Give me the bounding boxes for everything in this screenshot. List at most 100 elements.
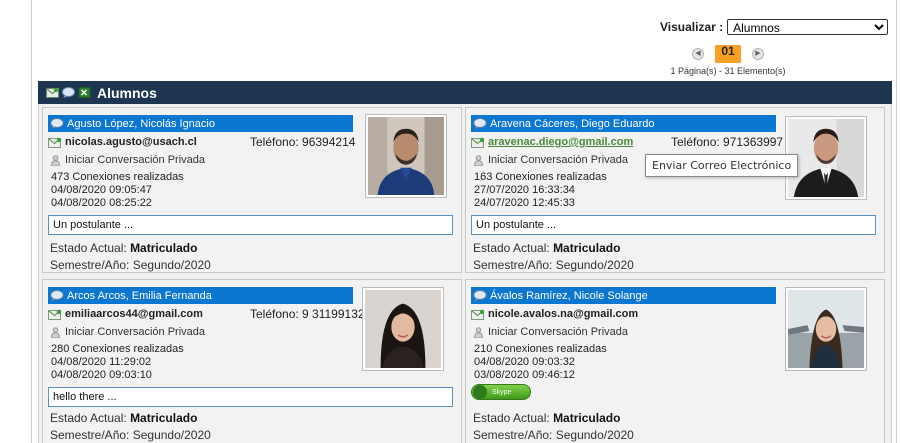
student-email[interactable]: nicole.avalos.na@gmail.com bbox=[488, 308, 638, 320]
chat-icon bbox=[473, 118, 487, 129]
student-photo-image bbox=[368, 117, 444, 195]
student-photo-image bbox=[788, 119, 864, 197]
semester-value: Segundo/2020 bbox=[132, 258, 211, 272]
student-status: Estado Actual: Matriculado bbox=[50, 411, 197, 425]
pagination: ◀ 01 ▶ 1 Página(s) - 31 Elemento(s) bbox=[666, 44, 790, 76]
prev-page-icon[interactable]: ◀ bbox=[692, 48, 704, 60]
student-name[interactable]: Arcos Arcos, Emilia Fernanda bbox=[67, 290, 212, 302]
student-name-bar[interactable]: Arcos Arcos, Emilia Fernanda bbox=[48, 287, 353, 304]
previous-connection-date: 03/08/2020 09:46:12 bbox=[474, 369, 575, 381]
status-value: Matriculado bbox=[553, 411, 621, 425]
student-email[interactable]: emiliaarcos44@gmail.com bbox=[65, 308, 203, 320]
student-message[interactable]: hello there ... bbox=[48, 387, 453, 407]
pagination-info: 1 Página(s) - 31 Elemento(s) bbox=[670, 66, 786, 76]
current-page-number[interactable]: 01 bbox=[715, 44, 741, 63]
person-icon bbox=[474, 326, 483, 338]
private-chat-label[interactable]: Iniciar Conversación Privada bbox=[65, 326, 205, 338]
status-label: Estado Actual: bbox=[50, 411, 127, 425]
student-stats: 210 Conexiones realizadas 04/08/2020 09:… bbox=[474, 343, 607, 382]
student-name[interactable]: Aravena Cáceres, Diego Eduardo bbox=[490, 118, 654, 130]
student-semester: Semestre/Año: Segundo/2020 bbox=[50, 428, 211, 442]
student-email[interactable]: nicolas.agusto@usach.cl bbox=[65, 136, 197, 148]
student-message[interactable]: Un postulante ... bbox=[48, 215, 453, 235]
section-title: Alumnos bbox=[97, 84, 157, 101]
student-photo-image bbox=[365, 290, 441, 368]
student-photo bbox=[365, 114, 447, 198]
student-photo bbox=[362, 287, 444, 371]
private-chat-label[interactable]: Iniciar Conversación Privada bbox=[488, 154, 628, 166]
previous-connection-date: 24/07/2020 12:45:33 bbox=[474, 197, 575, 209]
view-selector-label: Visualizar : bbox=[660, 20, 724, 34]
chat-all-icon[interactable] bbox=[62, 87, 75, 98]
student-card: Agusto López, Nicolás Ignacio nicolas.ag… bbox=[42, 107, 462, 273]
skype-button[interactable]: Skype bbox=[471, 384, 531, 400]
student-semester: Semestre/Año: Segundo/2020 bbox=[50, 258, 211, 272]
status-label: Estado Actual: bbox=[50, 241, 127, 255]
student-name-bar[interactable]: Ávalos Ramírez, Nicole Solange bbox=[471, 287, 776, 304]
chat-icon bbox=[50, 290, 64, 301]
semester-label: Semestre/Año: bbox=[473, 428, 553, 442]
student-name-bar[interactable]: Aravena Cáceres, Diego Eduardo bbox=[471, 115, 776, 132]
status-label: Estado Actual: bbox=[473, 411, 550, 425]
email-row: nicole.avalos.na@gmail.com bbox=[471, 308, 638, 320]
student-phone: Teléfono: 971363997 bbox=[671, 135, 784, 149]
semester-value: Segundo/2020 bbox=[132, 428, 211, 442]
private-chat-link[interactable]: Iniciar Conversación Privada bbox=[51, 154, 205, 166]
email-tooltip: Enviar Correo Electrónico bbox=[645, 154, 799, 177]
mail-all-icon[interactable] bbox=[46, 87, 59, 98]
chat-icon bbox=[473, 290, 487, 301]
excel-export-icon[interactable] bbox=[78, 87, 91, 98]
student-message[interactable]: Un postulante ... bbox=[471, 215, 876, 235]
student-name[interactable]: Ávalos Ramírez, Nicole Solange bbox=[490, 290, 648, 302]
status-label: Estado Actual: bbox=[473, 241, 550, 255]
semester-label: Semestre/Año: bbox=[50, 428, 130, 442]
student-semester: Semestre/Año: Segundo/2020 bbox=[473, 428, 634, 442]
private-chat-link[interactable]: Iniciar Conversación Privada bbox=[474, 154, 628, 166]
semester-label: Semestre/Año: bbox=[50, 258, 130, 272]
person-icon bbox=[474, 154, 483, 166]
previous-connection-date: 04/08/2020 08:25:22 bbox=[51, 197, 152, 209]
last-connection-date: 04/08/2020 09:05:47 bbox=[51, 184, 152, 196]
email-icon[interactable] bbox=[471, 309, 485, 320]
view-select-dropdown[interactable]: Alumnos bbox=[727, 19, 889, 35]
student-name[interactable]: Agusto López, Nicolás Ignacio bbox=[67, 118, 215, 130]
student-status: Estado Actual: Matriculado bbox=[473, 241, 620, 255]
student-email[interactable]: aravenac.diego@gmail.com bbox=[488, 136, 633, 148]
email-icon[interactable] bbox=[48, 137, 62, 148]
email-row: emiliaarcos44@gmail.com bbox=[48, 308, 203, 320]
semester-value: Segundo/2020 bbox=[555, 428, 634, 442]
student-card: Aravena Cáceres, Diego Eduardo aravenac.… bbox=[465, 107, 885, 273]
last-connection-date: 04/08/2020 09:03:32 bbox=[474, 356, 575, 368]
student-photo bbox=[785, 287, 867, 371]
student-status: Estado Actual: Matriculado bbox=[50, 241, 197, 255]
skype-label: Skype bbox=[492, 388, 512, 396]
content-frame-right-border bbox=[896, 0, 897, 443]
private-chat-label[interactable]: Iniciar Conversación Privada bbox=[488, 326, 628, 338]
student-name-bar[interactable]: Agusto López, Nicolás Ignacio bbox=[48, 115, 353, 132]
connections-count: 280 Conexiones realizadas bbox=[51, 343, 184, 355]
last-connection-date: 04/08/2020 11:29:02 bbox=[51, 356, 152, 368]
section-header: Alumnos bbox=[38, 81, 892, 104]
email-icon[interactable] bbox=[48, 309, 62, 320]
previous-connection-date: 04/08/2020 09:03:10 bbox=[51, 369, 152, 381]
content-frame-left-border bbox=[31, 0, 32, 443]
student-status: Estado Actual: Matriculado bbox=[473, 411, 620, 425]
next-page-icon[interactable]: ▶ bbox=[752, 48, 764, 60]
student-phone: Teléfono: 9 31199132 bbox=[250, 307, 365, 321]
student-stats: 163 Conexiones realizadas 27/07/2020 16:… bbox=[474, 171, 607, 210]
private-chat-link[interactable]: Iniciar Conversación Privada bbox=[474, 326, 628, 338]
status-value: Matriculado bbox=[130, 411, 198, 425]
student-card: Arcos Arcos, Emilia Fernanda emiliaarcos… bbox=[42, 279, 462, 443]
private-chat-link[interactable]: Iniciar Conversación Privada bbox=[51, 326, 205, 338]
email-row: nicolas.agusto@usach.cl bbox=[48, 136, 197, 148]
status-value: Matriculado bbox=[553, 241, 621, 255]
status-value: Matriculado bbox=[130, 241, 198, 255]
student-photo-image bbox=[788, 290, 864, 368]
chat-icon bbox=[50, 118, 64, 129]
student-stats: 473 Conexiones realizadas 04/08/2020 09:… bbox=[51, 171, 184, 210]
student-card: Ávalos Ramírez, Nicole Solange nicole.av… bbox=[465, 279, 885, 443]
view-selector: Visualizar : Alumnos bbox=[660, 19, 889, 35]
private-chat-label[interactable]: Iniciar Conversación Privada bbox=[65, 154, 205, 166]
email-icon[interactable] bbox=[471, 137, 485, 148]
person-icon bbox=[51, 154, 60, 166]
